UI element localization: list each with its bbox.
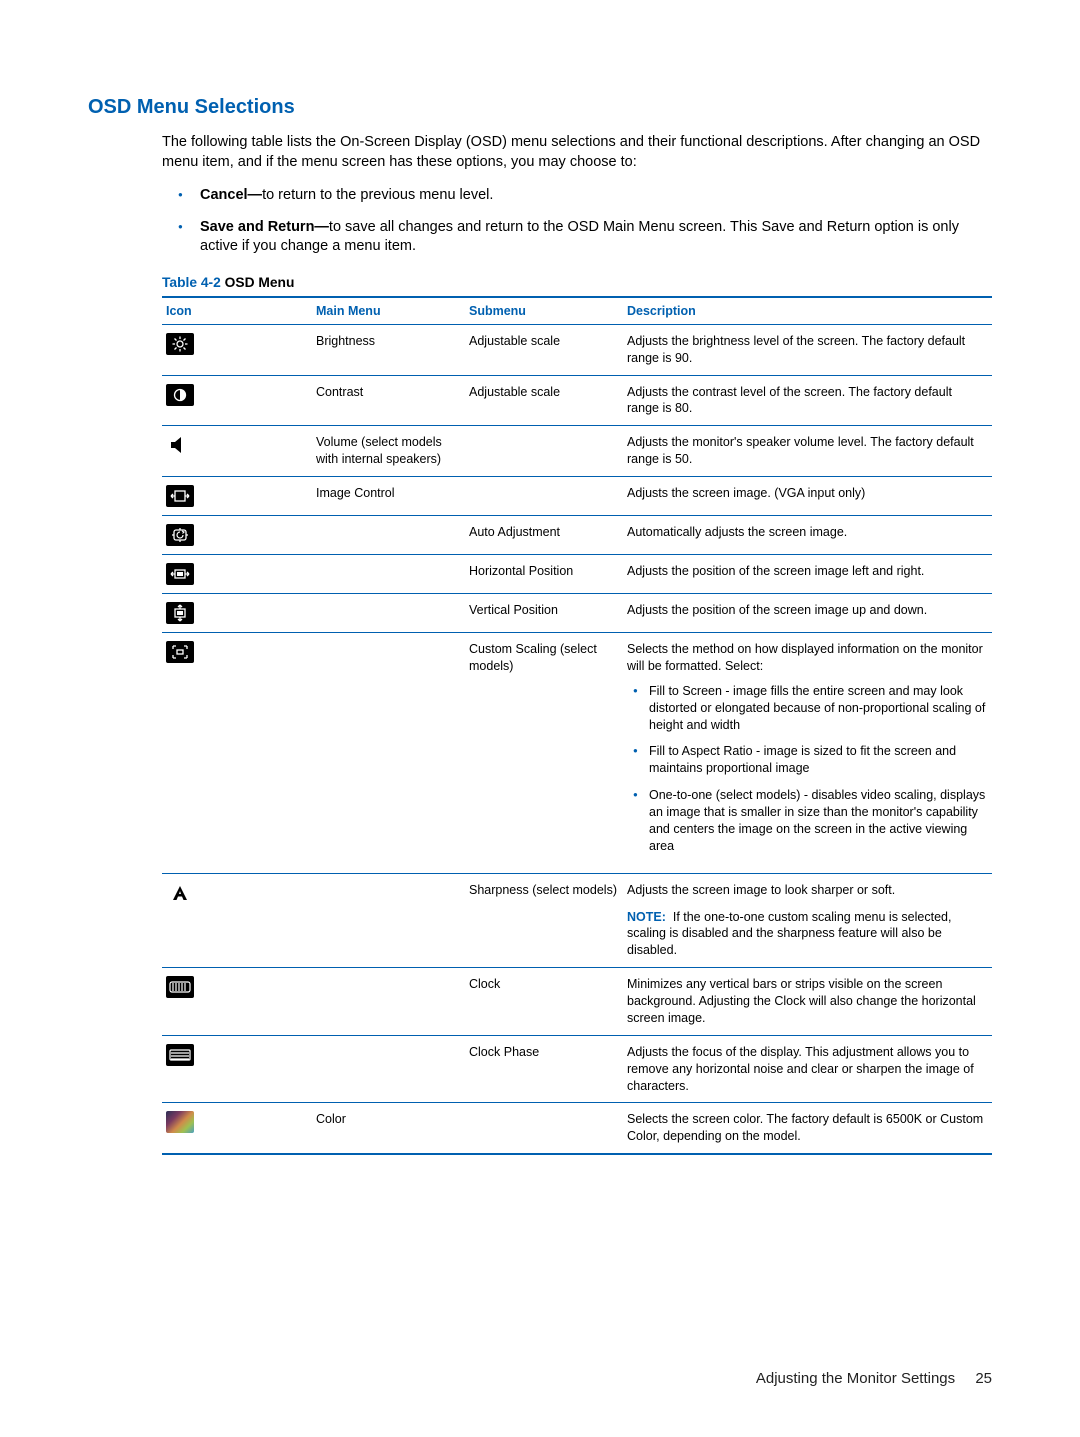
submenu-cell: Sharpness (select models) bbox=[465, 873, 623, 968]
description-text: Selects the method on how displayed info… bbox=[627, 642, 983, 673]
main-menu-cell: Image Control bbox=[312, 477, 465, 516]
submenu-cell: Clock bbox=[465, 968, 623, 1036]
description-cell: Adjusts the contrast level of the screen… bbox=[623, 375, 992, 426]
table-number: Table 4-2 bbox=[162, 275, 221, 290]
submenu-cell bbox=[465, 1103, 623, 1154]
auto-adjust-icon bbox=[166, 524, 194, 546]
main-menu-cell bbox=[312, 555, 465, 594]
footer-section: Adjusting the Monitor Settings bbox=[756, 1370, 955, 1387]
main-menu-cell: Color bbox=[312, 1103, 465, 1154]
col-header-sub: Submenu bbox=[465, 297, 623, 325]
osd-table-wrap: Table 4-2 OSD Menu Icon Main Menu Submen… bbox=[162, 275, 992, 1155]
description-cell: Adjusts the position of the screen image… bbox=[623, 555, 992, 594]
sharpness-icon bbox=[166, 882, 194, 904]
contrast-icon bbox=[166, 384, 194, 406]
description-text: Adjusts the screen image to look sharper… bbox=[627, 882, 986, 899]
volume-icon bbox=[166, 434, 194, 456]
table-row: Volume (select models with internal spea… bbox=[162, 426, 992, 477]
description-subitem: Fill to Aspect Ratio - image is sized to… bbox=[649, 743, 986, 777]
table-row: Sharpness (select models) Adjusts the sc… bbox=[162, 873, 992, 968]
col-header-main: Main Menu bbox=[312, 297, 465, 325]
description-cell: Adjusts the focus of the display. This a… bbox=[623, 1035, 992, 1103]
submenu-cell: Adjustable scale bbox=[465, 375, 623, 426]
brightness-icon bbox=[166, 333, 194, 355]
description-note: NOTE: If the one-to-one custom scaling m… bbox=[627, 909, 986, 960]
submenu-cell bbox=[465, 426, 623, 477]
h-position-icon bbox=[166, 563, 194, 585]
table-title: OSD Menu bbox=[221, 275, 295, 290]
table-caption: Table 4-2 OSD Menu bbox=[162, 275, 992, 290]
description-subitem: One-to-one (select models) - disables vi… bbox=[649, 787, 986, 855]
submenu-cell: Auto Adjustment bbox=[465, 516, 623, 555]
table-row: Auto Adjustment Automatically adjusts th… bbox=[162, 516, 992, 555]
col-header-icon: Icon bbox=[162, 297, 312, 325]
main-menu-cell bbox=[312, 633, 465, 874]
submenu-cell: Clock Phase bbox=[465, 1035, 623, 1103]
main-menu-cell bbox=[312, 1035, 465, 1103]
custom-scaling-icon bbox=[166, 641, 194, 663]
intro-bullet-list: Cancel—to return to the previous menu le… bbox=[162, 186, 992, 257]
description-cell: Selects the method on how displayed info… bbox=[623, 633, 992, 874]
description-subitem: Fill to Screen - image fills the entire … bbox=[649, 683, 986, 734]
intro-bullet: Cancel—to return to the previous menu le… bbox=[200, 186, 992, 206]
main-menu-cell: Volume (select models with internal spea… bbox=[312, 426, 465, 477]
v-position-icon bbox=[166, 602, 194, 624]
description-cell: Selects the screen color. The factory de… bbox=[623, 1103, 992, 1154]
page-container: OSD Menu Selections The following table … bbox=[0, 0, 1080, 1437]
table-row: Brightness Adjustable scale Adjusts the … bbox=[162, 324, 992, 375]
description-cell: Adjusts the monitor's speaker volume lev… bbox=[623, 426, 992, 477]
table-row: Clock Minimizes any vertical bars or str… bbox=[162, 968, 992, 1036]
intro-bullet: Save and Return—to save all changes and … bbox=[200, 218, 992, 257]
submenu-cell bbox=[465, 477, 623, 516]
intro-text: The following table lists the On-Screen … bbox=[162, 133, 992, 172]
section-heading: OSD Menu Selections bbox=[88, 96, 992, 119]
page-footer: Adjusting the Monitor Settings 25 bbox=[756, 1370, 992, 1387]
table-row: Contrast Adjustable scale Adjusts the co… bbox=[162, 375, 992, 426]
image-control-icon bbox=[166, 485, 194, 507]
submenu-cell: Vertical Position bbox=[465, 594, 623, 633]
table-row: Clock Phase Adjusts the focus of the dis… bbox=[162, 1035, 992, 1103]
submenu-cell: Custom Scaling (select models) bbox=[465, 633, 623, 874]
footer-page-number: 25 bbox=[975, 1370, 992, 1387]
description-sublist: Fill to Screen - image fills the entire … bbox=[627, 683, 986, 855]
bullet-bold: Cancel— bbox=[200, 187, 262, 203]
main-menu-cell: Contrast bbox=[312, 375, 465, 426]
note-label: NOTE: bbox=[627, 910, 666, 924]
bullet-bold: Save and Return— bbox=[200, 219, 329, 235]
description-cell: Adjusts the brightness level of the scre… bbox=[623, 324, 992, 375]
note-text: If the one-to-one custom scaling menu is… bbox=[627, 910, 951, 958]
description-cell: Adjusts the screen image to look sharper… bbox=[623, 873, 992, 968]
table-row: Color Selects the screen color. The fact… bbox=[162, 1103, 992, 1154]
main-menu-cell bbox=[312, 594, 465, 633]
main-menu-cell bbox=[312, 516, 465, 555]
clock-icon bbox=[166, 976, 194, 998]
description-cell: Adjusts the screen image. (VGA input onl… bbox=[623, 477, 992, 516]
main-menu-cell bbox=[312, 873, 465, 968]
description-cell: Minimizes any vertical bars or strips vi… bbox=[623, 968, 992, 1036]
main-menu-cell: Brightness bbox=[312, 324, 465, 375]
clock-phase-icon bbox=[166, 1044, 194, 1066]
color-icon bbox=[166, 1111, 194, 1133]
table-row: Image Control Adjusts the screen image. … bbox=[162, 477, 992, 516]
table-row: Horizontal Position Adjusts the position… bbox=[162, 555, 992, 594]
table-header-row: Icon Main Menu Submenu Description bbox=[162, 297, 992, 325]
table-row: Vertical Position Adjusts the position o… bbox=[162, 594, 992, 633]
col-header-desc: Description bbox=[623, 297, 992, 325]
description-cell: Automatically adjusts the screen image. bbox=[623, 516, 992, 555]
osd-table: Icon Main Menu Submenu Description Brigh… bbox=[162, 296, 992, 1155]
description-cell: Adjusts the position of the screen image… bbox=[623, 594, 992, 633]
submenu-cell: Horizontal Position bbox=[465, 555, 623, 594]
bullet-text: to return to the previous menu level. bbox=[262, 187, 493, 203]
submenu-cell: Adjustable scale bbox=[465, 324, 623, 375]
main-menu-cell bbox=[312, 968, 465, 1036]
table-row: Custom Scaling (select models) Selects t… bbox=[162, 633, 992, 874]
